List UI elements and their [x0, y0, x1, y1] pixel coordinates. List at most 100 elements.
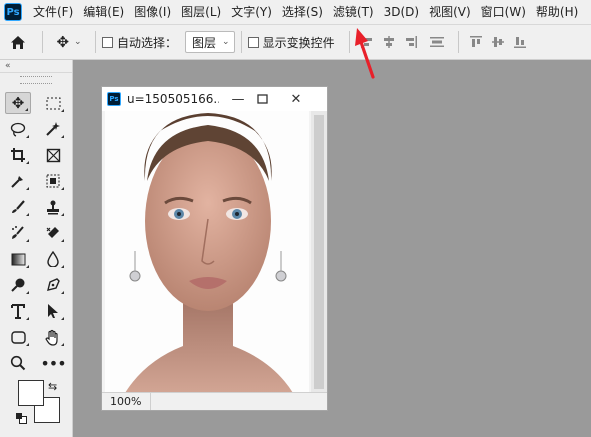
photoshop-logo: Ps: [4, 3, 22, 21]
object-selection-tool[interactable]: [40, 170, 66, 192]
healing-brush-tool[interactable]: [5, 222, 31, 244]
magic-wand-tool[interactable]: [40, 118, 66, 140]
healing-brush-icon: [12, 226, 24, 239]
type-icon: [11, 303, 25, 319]
brush-tool[interactable]: [5, 196, 31, 218]
pen-icon: [47, 278, 60, 291]
magnifier-icon: [10, 355, 26, 371]
menu-bar: Ps 文件(F) 编辑(E) 图像(I) 图层(L) 文字(Y) 选择(S) 滤…: [0, 0, 591, 24]
dodge-tool[interactable]: [5, 274, 31, 296]
magic-wand-icon: [46, 122, 60, 136]
scrollbar-thumb[interactable]: [314, 115, 324, 389]
type-tool[interactable]: [5, 300, 31, 322]
more-tools-button[interactable]: •••: [40, 352, 66, 374]
frame-tool[interactable]: [40, 144, 66, 166]
swap-colors-icon[interactable]: ⇆: [48, 380, 57, 393]
document-title-bar[interactable]: Ps u=150505166... — ✕: [102, 87, 327, 112]
options-bar: ✥ ⌄ 自动选择： 图层 ⌄ 显示变换控件: [0, 24, 591, 60]
minimize-button[interactable]: —: [226, 90, 250, 108]
align-right-edges-icon[interactable]: [400, 30, 422, 54]
menu-file[interactable]: 文件(F): [28, 0, 78, 24]
distribute-vertical-icon[interactable]: [422, 30, 452, 54]
maximize-button[interactable]: [250, 90, 274, 108]
separator: [42, 31, 43, 53]
align-vertical-centers-icon[interactable]: [487, 30, 509, 54]
menu-type[interactable]: 文字(Y): [226, 0, 277, 24]
align-horizontal-centers-icon[interactable]: [378, 30, 400, 54]
chevron-down-icon: ⌄: [222, 37, 230, 47]
separator: [240, 31, 242, 53]
gradient-icon: [11, 253, 25, 265]
blur-tool[interactable]: [40, 248, 66, 270]
show-transform-controls-label: 显示变换控件: [262, 35, 335, 50]
auto-select-target-dropdown[interactable]: 图层 ⌄: [185, 31, 235, 53]
brush-icon: [12, 200, 25, 213]
checkbox-box: [102, 36, 113, 48]
crop-tool[interactable]: [5, 144, 31, 166]
maximize-icon: [256, 94, 268, 104]
lasso-icon: [10, 122, 26, 137]
auto-select-target-value: 图层: [192, 35, 217, 50]
path-selection-tool[interactable]: [40, 300, 66, 322]
document-window: Ps u=150505166... — ✕ 100%: [101, 86, 328, 411]
photoshop-document-icon: Ps: [107, 92, 121, 106]
menu-select[interactable]: 选择(S): [277, 0, 328, 24]
crop-icon: [11, 148, 25, 162]
menu-edit[interactable]: 编辑(E): [78, 0, 129, 24]
align-top-edges-icon[interactable]: [465, 30, 487, 54]
hand-tool[interactable]: [40, 326, 66, 348]
separator: [95, 31, 96, 53]
menu-window[interactable]: 窗口(W): [476, 0, 531, 24]
align-bottom-edges-icon[interactable]: [509, 30, 531, 54]
vertical-scrollbar[interactable]: [311, 111, 327, 393]
eraser-icon: [46, 227, 59, 238]
tools-panel: « ✥ ••• ⇆: [0, 60, 73, 437]
frame-icon: [46, 148, 60, 162]
arrow-pointer-icon: [48, 304, 58, 318]
menu-image[interactable]: 图像(I): [129, 0, 176, 24]
object-selection-icon: [46, 174, 60, 188]
lasso-tool[interactable]: [5, 118, 31, 140]
menu-layer[interactable]: 图层(L): [176, 0, 226, 24]
eyedropper-icon: [11, 176, 23, 188]
document-status-bar: 100%: [102, 392, 327, 410]
collapse-panel-button[interactable]: «: [0, 60, 72, 73]
canvas-area[interactable]: [102, 111, 327, 393]
separator: [457, 31, 459, 53]
close-icon: ✕: [290, 91, 302, 107]
chevron-down-icon: ⌄: [74, 37, 82, 47]
home-icon[interactable]: [0, 30, 36, 54]
auto-select-checkbox[interactable]: 自动选择：: [102, 30, 177, 54]
zoom-tool[interactable]: [5, 352, 31, 374]
show-transform-controls-checkbox[interactable]: 显示变换控件: [247, 30, 335, 54]
minimize-icon: —: [231, 91, 245, 107]
marquee-icon: [46, 97, 60, 109]
menu-3d[interactable]: 3D(D): [379, 0, 424, 24]
gradient-tool[interactable]: [5, 248, 31, 270]
checkbox-box: [247, 36, 259, 48]
eyedropper-tool[interactable]: [5, 170, 31, 192]
foreground-color-swatch[interactable]: [18, 380, 44, 406]
move-tool[interactable]: ✥: [5, 92, 31, 114]
more-icon: •••: [40, 353, 66, 373]
dodge-icon: [11, 278, 25, 292]
eraser-tool[interactable]: [40, 222, 66, 244]
portrait-photo[interactable]: [105, 111, 309, 393]
default-colors-icon[interactable]: [16, 413, 27, 424]
auto-select-label: 自动选择：: [117, 35, 178, 50]
menu-filter[interactable]: 滤镜(T): [328, 0, 379, 24]
clone-stamp-tool[interactable]: [40, 196, 66, 218]
rounded-rectangle-icon: [10, 330, 26, 344]
annotation-arrow: [355, 28, 375, 79]
menu-help[interactable]: 帮助(H): [531, 0, 583, 24]
panel-grip[interactable]: [20, 76, 52, 84]
rectangular-marquee-tool[interactable]: [40, 92, 66, 114]
menu-view[interactable]: 视图(V): [424, 0, 476, 24]
zoom-level[interactable]: 100%: [102, 393, 151, 410]
portrait-image: [105, 111, 309, 393]
move-tool-preset-picker[interactable]: ✥ ⌄: [49, 30, 89, 54]
close-button[interactable]: ✕: [284, 90, 308, 108]
pen-tool[interactable]: [40, 274, 66, 296]
stamp-icon: [47, 200, 59, 215]
rectangle-tool[interactable]: [5, 326, 31, 348]
